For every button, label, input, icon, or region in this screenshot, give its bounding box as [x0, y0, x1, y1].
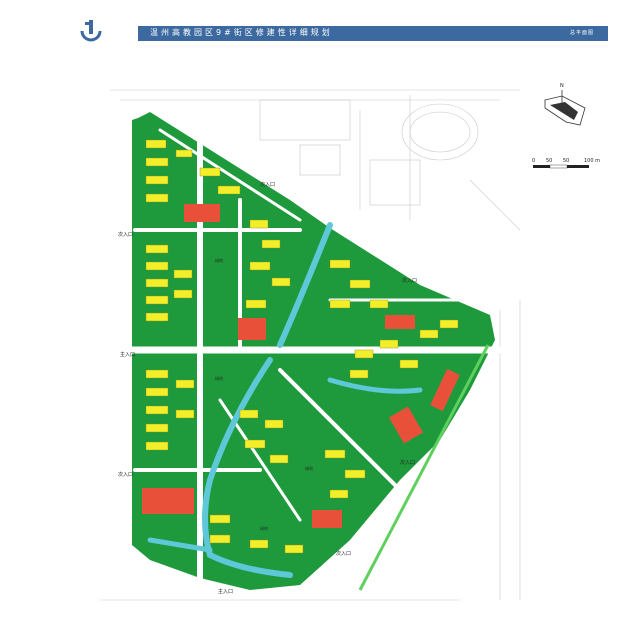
svg-text:50: 50	[546, 158, 552, 164]
block-label-green-1: 绿地	[215, 257, 223, 263]
block-label-green-2: 绿地	[215, 375, 223, 381]
svg-text:N: N	[560, 83, 564, 89]
entrance-label-left-lower: 次入口	[118, 471, 133, 478]
block-label-green-4: 绿地	[260, 525, 268, 531]
svg-text:0: 0	[532, 158, 535, 164]
svg-text:50: 50	[563, 158, 569, 164]
block-label-green-3: 绿地	[305, 465, 313, 471]
entrance-label-bottom-right: 次入口	[336, 550, 351, 557]
svg-text:100 m: 100 m	[584, 158, 600, 164]
entrance-label-right-lower: 次入口	[400, 459, 415, 466]
north-arrow-icon: N	[544, 83, 586, 126]
entrance-label-right-upper: 次入口	[402, 277, 417, 284]
entrance-label-main-bottom: 主入口	[218, 588, 233, 595]
site-plan-map: 绿地 绿地 绿地 绿地 次入口 次入口 次入口 主入口 次入口 次入口 次入口 …	[100, 83, 600, 601]
entrance-label-top: 次入口	[260, 181, 275, 188]
entrance-label-left: 次入口	[118, 231, 133, 238]
entrance-label-main-left: 主入口	[120, 351, 135, 358]
scale-bar-icon: 0 50 50 100 m	[532, 158, 600, 169]
